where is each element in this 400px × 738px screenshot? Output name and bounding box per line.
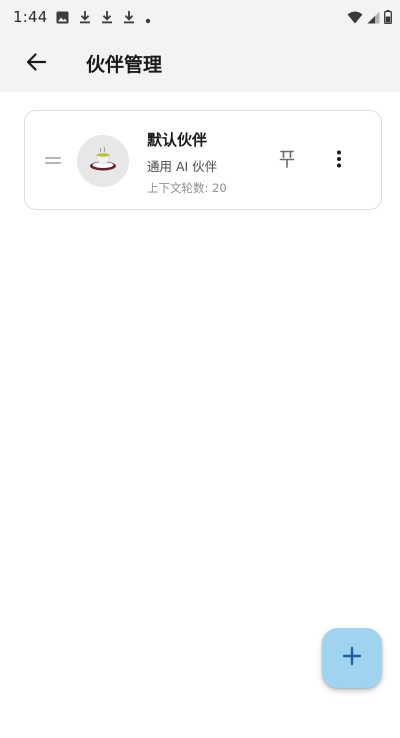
download-icon [79,9,91,28]
partner-context-rounds: 上下文轮数: 20 [147,181,227,195]
dot-icon [145,9,151,28]
signal-icon [367,9,380,28]
system-icons [347,9,392,28]
download-icon [123,9,135,28]
more-options-button[interactable] [327,149,351,173]
battery-icon [384,9,392,28]
partner-description: 通用 AI 伙伴 [147,159,218,174]
more-vert-icon [336,150,342,172]
status-bar: 1:44 [0,0,400,34]
image-icon [56,9,69,28]
plus-icon [342,646,362,670]
notification-icons [56,9,151,28]
partner-name: 默认伙伴 [147,131,208,149]
wifi-icon [347,9,363,28]
screen: 1:44 伙伴管理 默认伙伴 通用 AI 伙伴 上下文轮数: 20 [0,0,400,738]
status-time: 1:44 [13,8,48,26]
page-title: 伙伴管理 [86,54,163,76]
partner-card[interactable]: 默认伙伴 通用 AI 伙伴 上下文轮数: 20 [24,110,382,210]
download-icon [101,9,113,28]
back-button[interactable] [18,46,54,82]
drag-handle-icon[interactable] [45,157,61,165]
pin-icon [279,150,295,172]
avatar [77,135,129,187]
tea-cup-icon [88,144,118,178]
app-bar: 伙伴管理 [0,34,400,92]
add-partner-button[interactable] [322,628,382,688]
pin-button[interactable] [275,149,299,173]
arrow-left-icon [26,53,47,75]
